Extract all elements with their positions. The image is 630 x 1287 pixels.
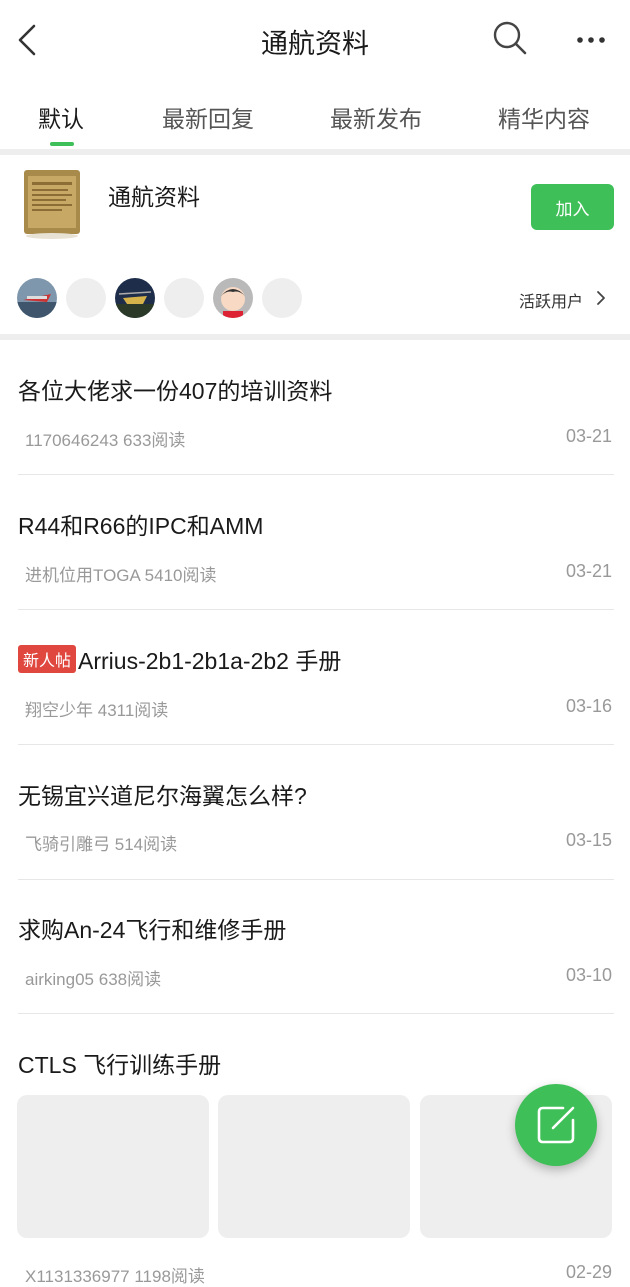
more-options-icon[interactable] [572,22,612,58]
post-author[interactable]: X1131336977 [25,1267,130,1286]
post-reads: 1198阅读 [134,1267,205,1286]
post-date: 03-15 [565,830,612,850]
user-avatar[interactable] [213,278,253,318]
top-bar: 通航资料 [0,0,630,81]
post-reads: 514阅读 [114,835,178,854]
list-divider [18,1013,614,1014]
post-reads: 638阅读 [98,970,162,989]
search-icon[interactable] [490,18,530,58]
post-date: 03-10 [565,965,612,985]
list-divider [18,474,614,475]
post-date: 03-21 [565,561,612,581]
post-reads: 633阅读 [123,431,186,450]
page-title: 通航资料 [261,29,369,59]
post-title[interactable]: CTLS 飞行训练手册 [18,1046,221,1080]
post-meta: 1170646243 633阅读 [25,426,185,451]
list-divider [18,609,614,610]
post-image-placeholder[interactable] [218,1095,410,1238]
tab-latest-post[interactable]: 最新发布 [330,100,422,140]
edit-icon [537,1106,575,1144]
post-title[interactable]: R44和R66的IPC和AMM [18,507,263,541]
post-author[interactable]: 飞骑引雕弓 [25,835,110,854]
post-author[interactable]: 翔空少年 [25,701,93,720]
group-name: 通航资料 [108,184,200,210]
post-meta: X1131336977 1198阅读 [25,1262,205,1287]
tab-bar: 默认 最新回复 最新发布 精华内容 [0,80,630,150]
compose-button[interactable] [515,1084,597,1166]
post-title[interactable]: 新人帖 Arrius-2b1-2b1a-2b2 手册 [18,642,341,676]
chevron-right-icon[interactable] [594,288,608,308]
user-avatar[interactable] [262,278,302,318]
new-user-badge: 新人帖 [18,645,77,673]
post-meta: airking05 638阅读 [25,965,161,990]
tab-featured[interactable]: 精华内容 [498,100,590,140]
post-meta: 翔空少年 4311阅读 [25,696,168,721]
post-author[interactable]: 1170646243 [25,431,118,450]
active-tab-indicator [50,142,74,146]
post-reads: 4311阅读 [97,701,169,720]
list-divider [18,879,614,880]
post-date: 03-21 [565,426,612,446]
post-author[interactable]: airking05 [25,970,94,989]
post-reads: 5410阅读 [144,566,217,585]
post-image-placeholder[interactable] [17,1095,209,1238]
join-button[interactable]: 加入 [531,184,614,230]
user-avatar[interactable] [17,278,57,318]
post-title[interactable]: 各位大佬求一份407的培训资料 [18,372,332,406]
post-meta: 飞骑引雕弓 514阅读 [25,830,177,855]
active-users-link[interactable]: 活跃用户 [519,288,583,312]
post-title[interactable]: 无锡宜兴道尼尔海翼怎么样? [18,777,307,811]
group-thumbnail[interactable] [20,168,84,240]
user-avatar[interactable] [115,278,155,318]
list-divider [18,744,614,745]
post-author[interactable]: 进机位用TOGA [25,566,140,585]
user-avatar[interactable] [66,278,106,318]
section-divider [0,149,630,155]
post-meta: 进机位用TOGA 5410阅读 [25,561,217,586]
tab-default[interactable]: 默认 [38,100,84,140]
tab-latest-reply[interactable]: 最新回复 [162,100,254,140]
post-date: 03-16 [565,696,612,716]
user-avatar[interactable] [164,278,204,318]
post-title[interactable]: 求购An-24飞行和维修手册 [18,911,286,945]
post-title-text[interactable]: Arrius-2b1-2b1a-2b2 手册 [78,648,341,674]
section-divider [0,334,630,340]
